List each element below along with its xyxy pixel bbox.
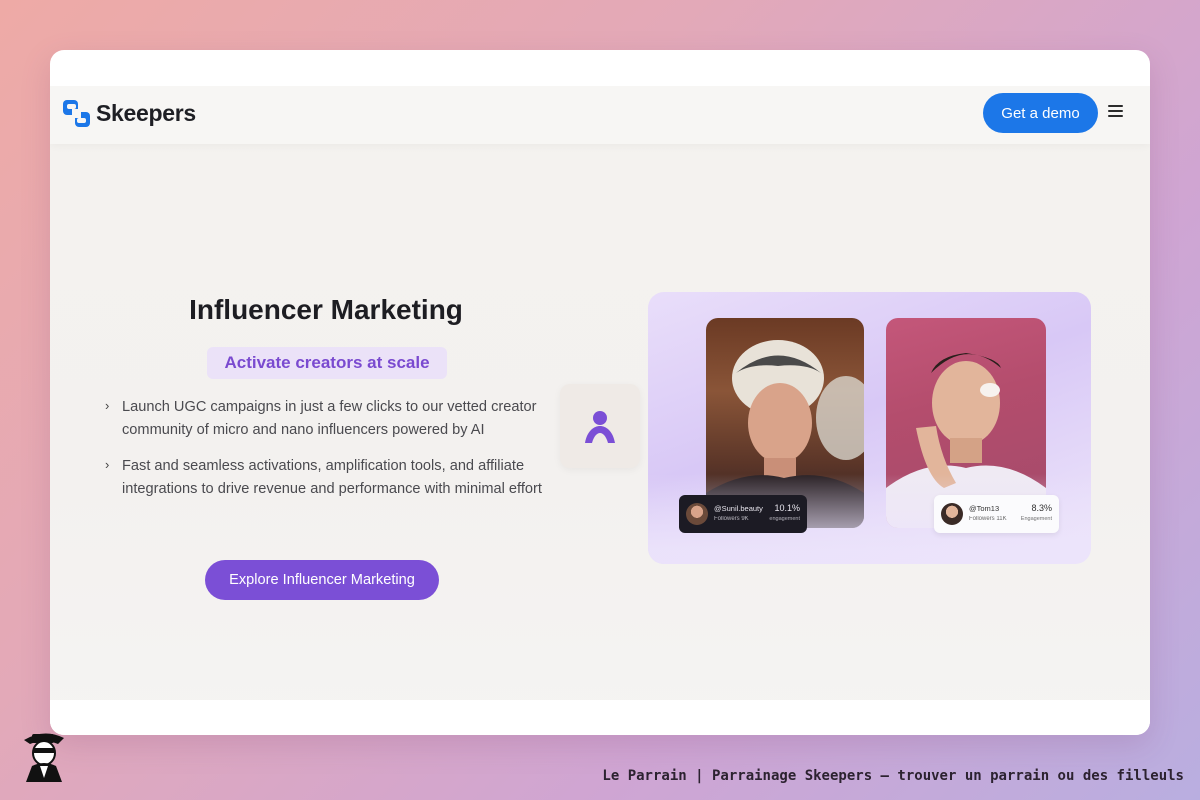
hamburger-menu-icon[interactable] (1108, 102, 1130, 124)
chevron-right-icon: › (105, 398, 110, 413)
explore-influencer-marketing-button[interactable]: Explore Influencer Marketing (205, 560, 439, 600)
engagement-stat: 8.3% Engagement (1021, 503, 1052, 525)
user-icon (585, 411, 615, 443)
skeepers-page: Skeepers Get a demo Influencer Marketing… (50, 86, 1150, 735)
list-item: › Launch UGC campaigns in just a few cli… (105, 396, 555, 442)
creator-showcase: @Sunil.beauty Followers 9K 10.1% engagem… (648, 292, 1091, 564)
page-caption: Le Parrain | Parrainage Skeepers — trouv… (602, 768, 1184, 784)
list-item: › Fast and seamless activations, amplifi… (105, 455, 555, 501)
engagement-rate: 10.1% (774, 503, 800, 513)
logo-wordmark: Skeepers (96, 100, 196, 126)
feature-text: Fast and seamless activations, amplifica… (122, 458, 542, 497)
creator-meta: @Tom13 Followers 11K (969, 504, 1015, 524)
parrain-mascot-icon (24, 733, 64, 782)
creator-stat-card: @Tom13 Followers 11K 8.3% Engagement (934, 495, 1059, 533)
feature-list: › Launch UGC campaigns in just a few cli… (105, 396, 555, 514)
engagement-stat: 10.1% engagement (769, 503, 800, 525)
creator-handle: @Tom13 (969, 504, 1000, 513)
creator-meta: @Sunil.beauty Followers 9K (714, 504, 763, 524)
chevron-right-icon: › (105, 457, 110, 472)
engagement-label: Engagement (1020, 516, 1052, 522)
engagement-rate: 8.3% (1031, 503, 1052, 513)
avatar (686, 503, 708, 525)
tagline-badge: Activate creators at scale (207, 347, 447, 379)
creator-handle: @Sunil.beauty (714, 504, 763, 513)
engagement-label: engagement (769, 516, 800, 522)
window-bottom-bar (50, 700, 1150, 735)
creator-stat-card: @Sunil.beauty Followers 9K 10.1% engagem… (679, 495, 807, 533)
hero-title: Influencer Marketing (189, 294, 463, 325)
creator-followers: Followers 11K (969, 516, 1007, 522)
avatar (941, 503, 963, 525)
skeepers-logo[interactable]: Skeepers (63, 100, 196, 127)
creator-followers: Followers 9K (714, 516, 749, 522)
creator-icon-tile (560, 384, 640, 468)
top-navbar: Skeepers Get a demo (50, 86, 1150, 144)
browser-window: Skeepers Get a demo Influencer Marketing… (50, 50, 1150, 735)
get-a-demo-button[interactable]: Get a demo (983, 93, 1098, 133)
skeepers-logo-icon (63, 100, 90, 127)
feature-text: Launch UGC campaigns in just a few click… (122, 399, 537, 438)
